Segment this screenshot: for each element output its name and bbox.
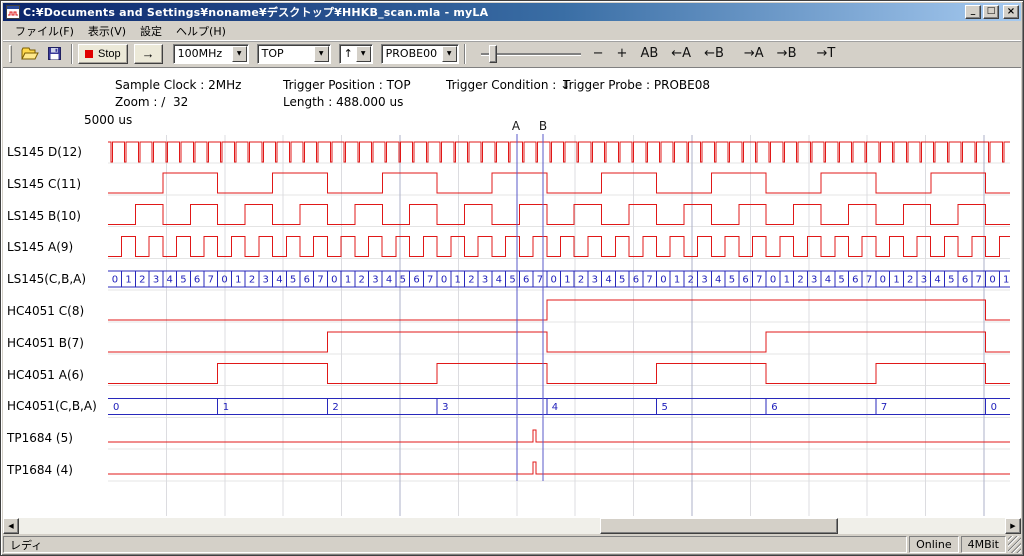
trigger-edge-select[interactable]: ↑ ▼ bbox=[339, 44, 373, 64]
close-button[interactable]: × bbox=[1003, 5, 1019, 19]
channel-label: HC4051 C(8) bbox=[7, 303, 107, 319]
trigger-position-info: Trigger Position : TOP bbox=[283, 78, 411, 92]
status-bar: レディ Online 4MBit bbox=[3, 536, 1021, 553]
trigger-edge-value: ↑ bbox=[340, 47, 356, 60]
channel-label: HC4051(C,B,A) bbox=[7, 398, 107, 414]
waveform-area[interactable] bbox=[3, 67, 1021, 518]
app-window: C:¥Documents and Settings¥noname¥デスクトップ¥… bbox=[0, 0, 1024, 556]
channel-label: LS145 A(9) bbox=[7, 239, 107, 255]
goto-trigger-button[interactable]: →T bbox=[813, 46, 838, 61]
trigger-probe-info: Trigger Probe : PROBE08 bbox=[563, 78, 710, 92]
open-button[interactable] bbox=[18, 43, 42, 65]
channel-label: LS145 D(12) bbox=[7, 144, 107, 160]
chevron-down-icon[interactable]: ▼ bbox=[314, 46, 329, 62]
time-scale-label: 5000 us bbox=[84, 113, 132, 127]
chevron-down-icon[interactable]: ▼ bbox=[232, 46, 247, 62]
window-title: C:¥Documents and Settings¥noname¥デスクトップ¥… bbox=[23, 4, 965, 20]
app-icon bbox=[6, 5, 20, 19]
cursor-b-label[interactable]: B bbox=[537, 119, 549, 133]
open-folder-icon bbox=[21, 47, 39, 60]
trigger-probe-value: PROBE00 bbox=[382, 47, 442, 60]
minimize-button[interactable]: _ bbox=[965, 5, 981, 19]
toolbar-grip[interactable] bbox=[9, 45, 12, 63]
cursor-ab-button[interactable]: AB bbox=[637, 46, 661, 61]
toolbar-separator bbox=[71, 44, 73, 64]
menu-help[interactable]: ヘルプ(H) bbox=[169, 21, 233, 41]
resize-grip[interactable] bbox=[1008, 536, 1021, 553]
zoom-in-button[interactable]: + bbox=[614, 46, 631, 61]
channel-label: TP1684 (4) bbox=[7, 462, 107, 478]
length-info: Length : 488.000 us bbox=[283, 95, 403, 109]
move-b-left-button[interactable]: ←B bbox=[701, 46, 727, 61]
move-b-right-button[interactable]: →B bbox=[774, 46, 800, 61]
menu-view[interactable]: 表示(V) bbox=[81, 21, 133, 41]
stop-icon bbox=[85, 50, 93, 58]
sample-clock-value: 100MHz bbox=[174, 47, 232, 60]
toolbar: Stop → 100MHz ▼ TOP ▼ ↑ ▼ PROBE00 ▼ − + … bbox=[3, 40, 1021, 67]
maximize-button[interactable]: □ bbox=[983, 5, 999, 19]
stop-label: Stop bbox=[98, 48, 121, 60]
slider-thumb[interactable] bbox=[489, 45, 497, 63]
channel-label: HC4051 A(6) bbox=[7, 367, 107, 383]
zoom-slider[interactable] bbox=[479, 43, 583, 65]
title-bar[interactable]: C:¥Documents and Settings¥noname¥デスクトップ¥… bbox=[3, 3, 1021, 21]
scroll-right-icon[interactable]: ▶ bbox=[1005, 518, 1021, 534]
scrollbar-thumb[interactable] bbox=[600, 518, 838, 534]
horizontal-scrollbar[interactable]: ◀ ▶ bbox=[3, 518, 1021, 534]
run-button[interactable]: → bbox=[134, 44, 163, 64]
sample-clock-select[interactable]: 100MHz ▼ bbox=[173, 44, 249, 64]
menu-file[interactable]: ファイル(F) bbox=[8, 21, 81, 41]
move-a-right-button[interactable]: →A bbox=[741, 46, 767, 61]
channel-label: TP1684 (5) bbox=[7, 430, 107, 446]
chevron-down-icon[interactable]: ▼ bbox=[356, 46, 371, 62]
floppy-disk-icon bbox=[48, 47, 61, 60]
cursor-a-label[interactable]: A bbox=[510, 119, 522, 133]
move-a-left-button[interactable]: ←A bbox=[668, 46, 694, 61]
scroll-left-icon[interactable]: ◀ bbox=[3, 518, 19, 534]
stop-button[interactable]: Stop bbox=[78, 44, 128, 64]
channel-label: LS145 C(11) bbox=[7, 176, 107, 192]
status-message: レディ bbox=[3, 536, 907, 553]
zoom-info: Zoom : / 32 bbox=[115, 95, 188, 109]
save-button[interactable] bbox=[42, 43, 66, 65]
channel-label: LS145(C,B,A) bbox=[7, 271, 107, 287]
trigger-probe-select[interactable]: PROBE00 ▼ bbox=[381, 44, 459, 64]
toolbar-separator bbox=[464, 44, 466, 64]
trigger-position-select[interactable]: TOP ▼ bbox=[257, 44, 331, 64]
chevron-down-icon[interactable]: ▼ bbox=[442, 46, 457, 62]
zoom-out-button[interactable]: − bbox=[590, 46, 607, 61]
channel-label: LS145 B(10) bbox=[7, 208, 107, 224]
menu-bar: ファイル(F) 表示(V) 設定 ヘルプ(H) bbox=[3, 21, 1021, 40]
menu-settings[interactable]: 設定 bbox=[133, 21, 169, 41]
trigger-position-value: TOP bbox=[258, 47, 314, 60]
memory-badge: 4MBit bbox=[961, 536, 1006, 553]
trigger-condition-info: Trigger Condition : ↓ bbox=[446, 78, 570, 92]
sample-clock-info: Sample Clock : 2MHz bbox=[115, 78, 241, 92]
channel-label: HC4051 B(7) bbox=[7, 335, 107, 351]
online-status-badge: Online bbox=[909, 536, 958, 553]
